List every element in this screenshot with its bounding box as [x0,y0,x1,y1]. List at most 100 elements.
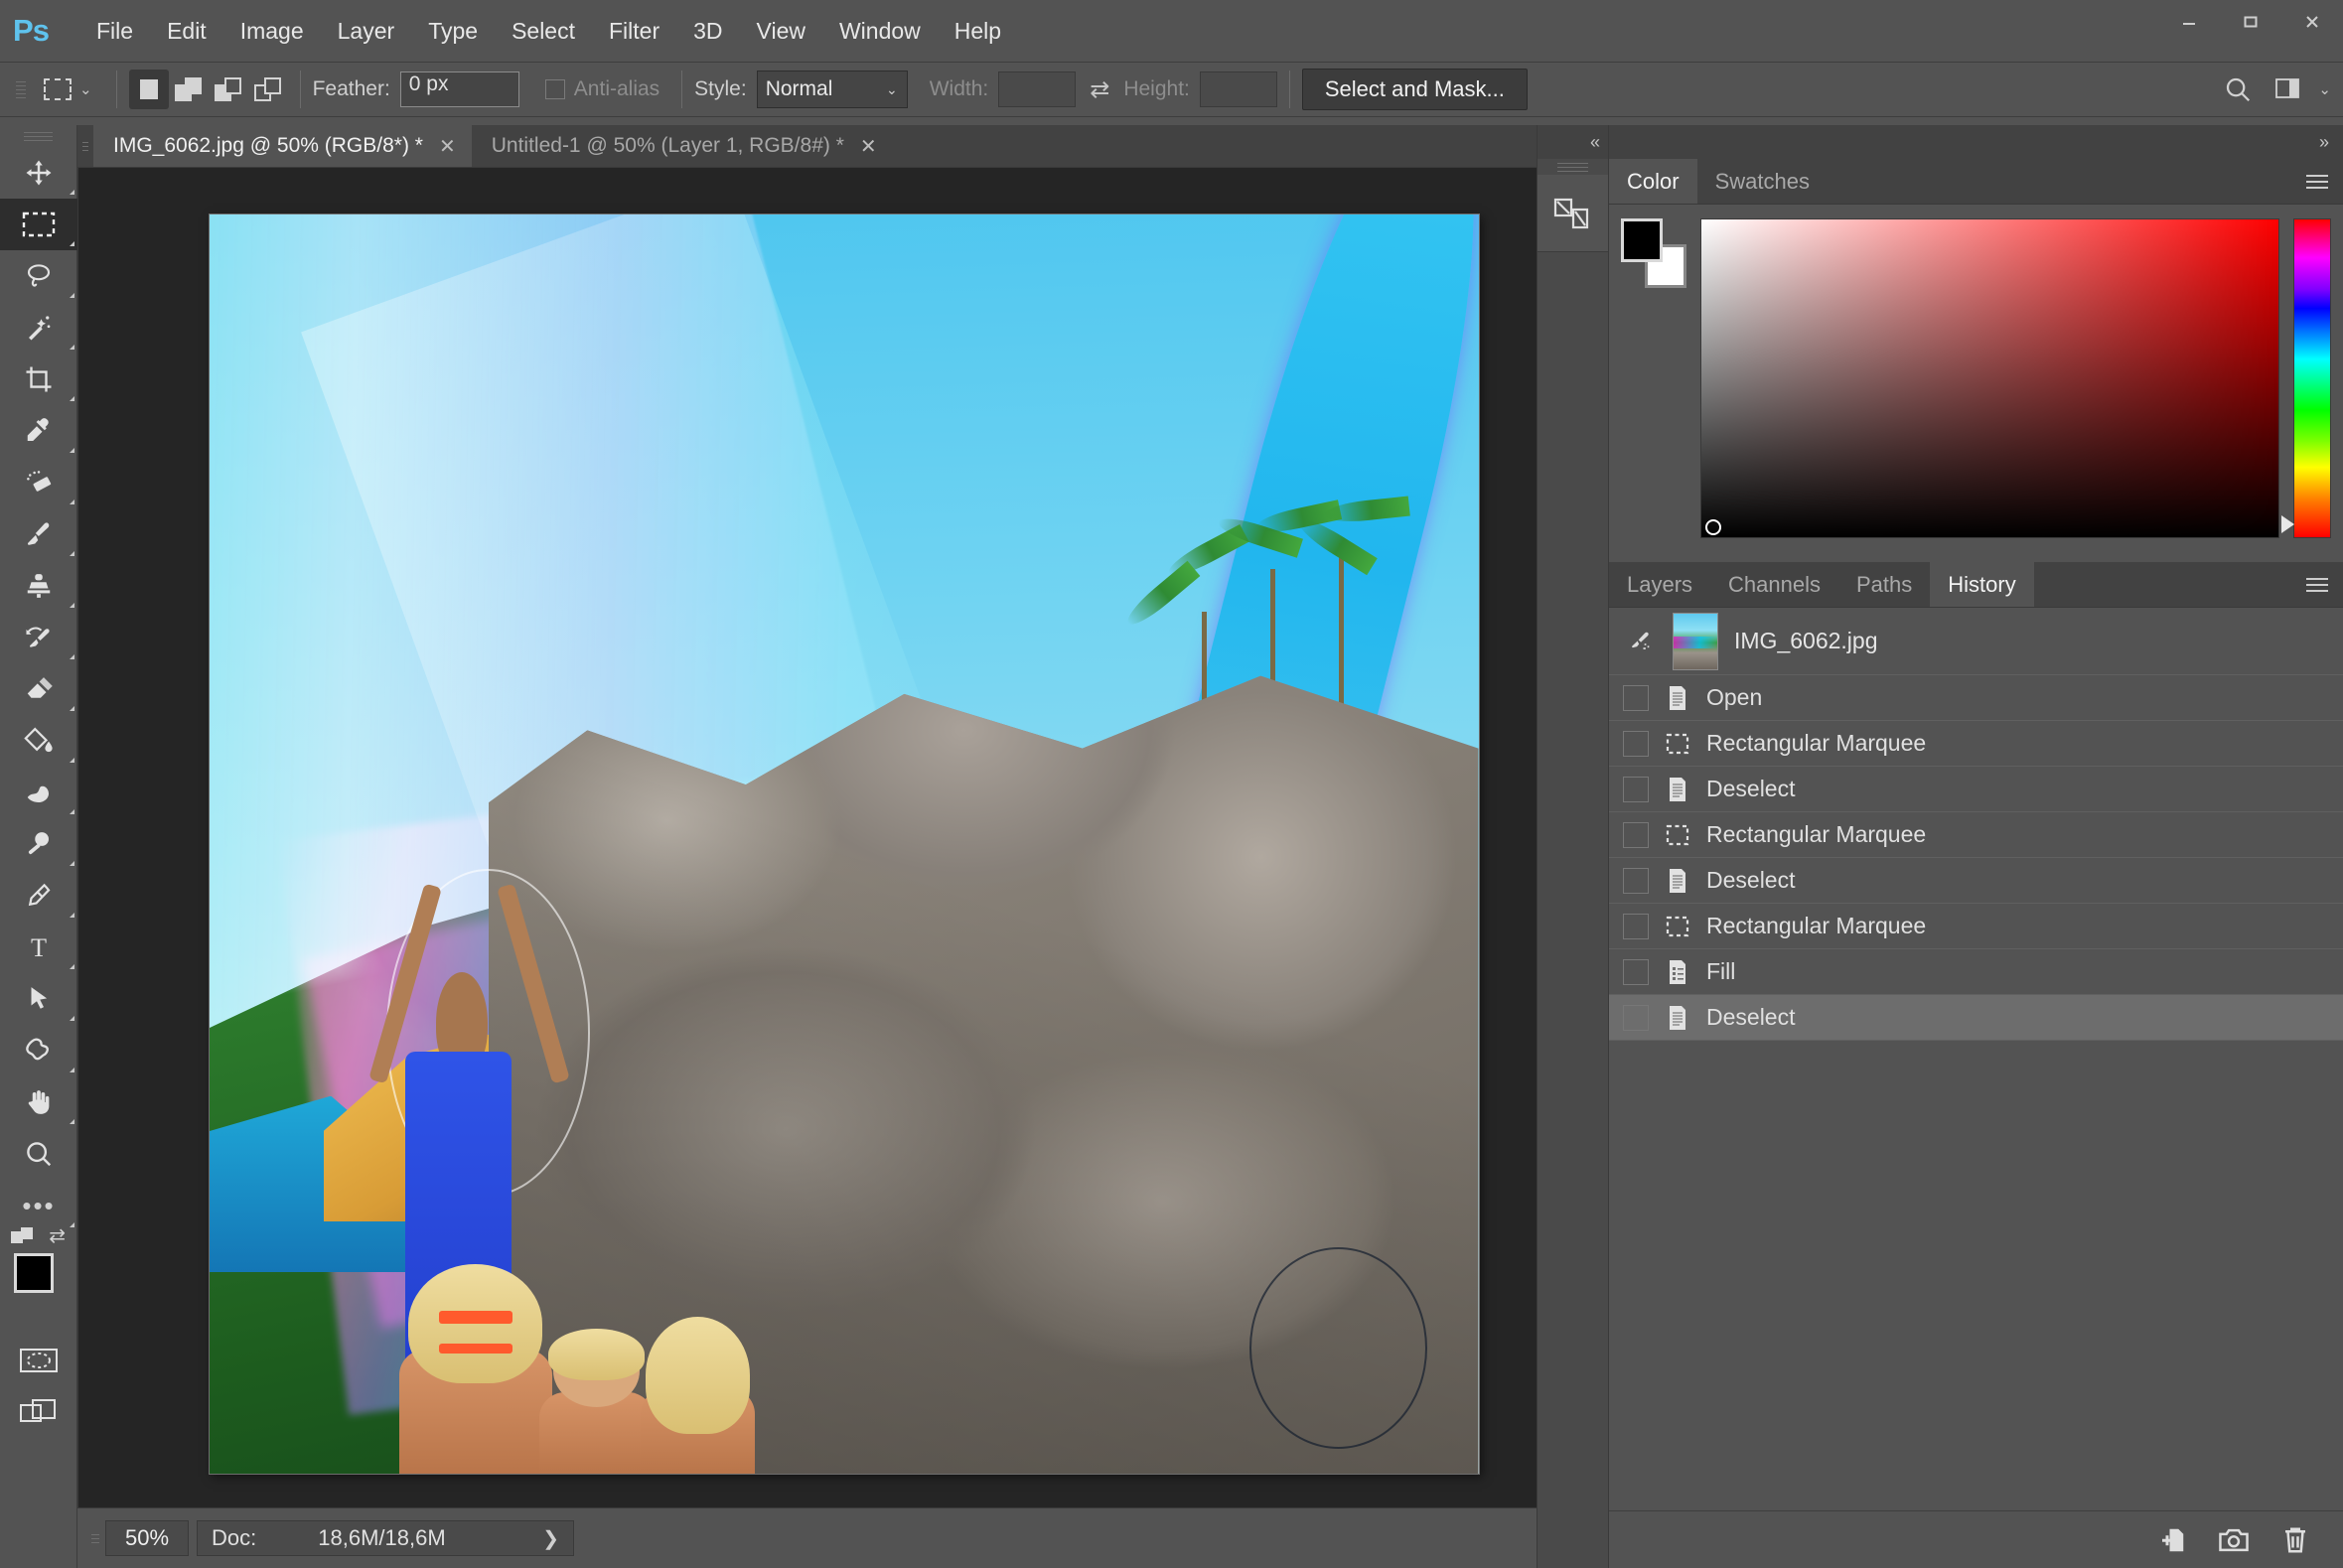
intersect-with-selection-button[interactable] [248,70,288,109]
dodge-tool[interactable] [0,818,77,870]
tab-swatches[interactable]: Swatches [1696,159,1828,204]
eyedropper-tool[interactable] [0,405,77,457]
chevron-down-icon[interactable]: ⌄ [2318,80,2331,98]
menu-select[interactable]: Select [495,0,592,62]
menu-layer[interactable]: Layer [321,0,412,62]
color-panel-menu-button[interactable] [2291,159,2343,204]
spot-healing-brush-tool[interactable] [0,457,77,508]
search-button[interactable] [2215,67,2261,112]
history-state-row[interactable]: Fill [1609,949,2343,995]
tools-panel-grip[interactable] [0,125,76,147]
color-field[interactable] [1700,218,2279,538]
width-input[interactable] [998,71,1077,107]
menu-image[interactable]: Image [223,0,321,62]
magic-wand-tool[interactable] [0,302,77,354]
path-selection-tool[interactable] [0,973,77,1025]
close-icon[interactable]: ✕ [439,134,456,159]
document-tab-img-6062[interactable]: IMG_6062.jpg @ 50% (RGB/8*) * ✕ [93,125,472,167]
subtract-from-selection-button[interactable] [209,70,248,109]
menu-3d[interactable]: 3D [676,0,739,62]
document-tabs-grip[interactable] [77,125,93,167]
tab-history[interactable]: History [1930,562,2034,607]
zoom-tool[interactable] [0,1128,77,1180]
pen-tool[interactable] [0,870,77,922]
select-and-mask-button[interactable]: Select and Mask... [1301,69,1528,110]
history-state-row-selected[interactable]: Deselect [1609,995,2343,1041]
foreground-color-swatch[interactable] [14,1253,54,1293]
history-brush-toggle[interactable] [1623,867,1649,894]
hue-slider[interactable] [2281,218,2331,538]
move-tool[interactable] [0,147,77,199]
chevron-right-icon[interactable]: ❯ [542,1526,559,1551]
history-panel-menu-button[interactable] [2291,562,2343,607]
history-brush-toggle[interactable] [1623,1004,1649,1031]
screen-mode-button[interactable] [0,1386,77,1438]
type-tool[interactable]: T [0,922,77,973]
menu-window[interactable]: Window [822,0,938,62]
minimize-button[interactable] [2158,0,2220,44]
history-brush-toggle[interactable] [1623,821,1649,848]
rectangular-marquee-tool[interactable] [0,199,77,250]
quick-mask-button[interactable] [0,1335,77,1386]
history-brush-source-icon[interactable] [1623,628,1657,655]
collapse-panels-button[interactable]: « [1538,125,1608,159]
hand-tool[interactable] [0,1076,77,1128]
history-state-row[interactable]: Deselect [1609,767,2343,812]
libraries-panel-button[interactable] [1538,175,1609,252]
tab-paths[interactable]: Paths [1838,562,1931,607]
maximize-button[interactable] [2220,0,2281,44]
close-icon[interactable]: ✕ [860,134,877,159]
options-bar-grip[interactable] [10,62,32,117]
menu-edit[interactable]: Edit [150,0,223,62]
gradient-tool[interactable] [0,715,77,767]
delete-state-button[interactable] [2277,1522,2313,1558]
document-canvas-image[interactable] [209,214,1479,1474]
new-selection-button[interactable] [128,70,169,109]
default-colors-icon[interactable] [10,1225,36,1254]
edit-toolbar-tool[interactable]: ••• [0,1180,77,1231]
menu-filter[interactable]: Filter [592,0,676,62]
history-brush-toggle[interactable] [1623,913,1649,939]
foreground-color-swatch[interactable] [1621,218,1663,262]
history-brush-tool[interactable] [0,612,77,663]
history-brush-toggle[interactable] [1623,684,1649,711]
menu-help[interactable]: Help [938,0,1018,62]
crop-tool[interactable] [0,354,77,405]
feather-input[interactable]: 0 px [399,71,519,107]
history-state-row[interactable]: Rectangular Marquee [1609,812,2343,858]
collapsed-dock-grip[interactable] [1538,159,1608,175]
expand-panels-button[interactable]: » [1609,125,2343,159]
add-to-selection-button[interactable] [169,70,209,109]
eraser-tool[interactable] [0,663,77,715]
style-select[interactable]: Normal ⌄ [756,71,908,108]
history-brush-toggle[interactable] [1623,730,1649,757]
swap-dimensions-icon[interactable]: ⇄ [1090,75,1109,104]
create-document-from-state-button[interactable] [2154,1522,2190,1558]
menu-type[interactable]: Type [411,0,495,62]
history-state-row[interactable]: Rectangular Marquee [1609,904,2343,949]
history-state-row[interactable]: Rectangular Marquee [1609,721,2343,767]
zoom-level-input[interactable]: 50% [105,1520,189,1556]
document-tab-untitled-1[interactable]: Untitled-1 @ 50% (Layer 1, RGB/8#) * ✕ [471,125,893,167]
tab-channels[interactable]: Channels [1710,562,1838,607]
history-state-list[interactable]: IMG_6062.jpg Open Rectangular Marquee De… [1609,608,2343,1510]
canvas-area[interactable] [77,167,1610,1508]
blur-tool[interactable] [0,767,77,818]
history-state-row[interactable]: Open [1609,675,2343,721]
history-snapshot-row[interactable]: IMG_6062.jpg [1609,608,2343,675]
lasso-tool[interactable] [0,250,77,302]
swap-colors-icon[interactable]: ⇄ [49,1223,66,1248]
close-button[interactable] [2281,0,2343,44]
height-input[interactable] [1199,71,1277,107]
tool-preset-picker[interactable]: ⌄ [32,78,104,100]
anti-alias-checkbox[interactable]: Anti-alias [544,77,669,101]
shape-tool[interactable] [0,1025,77,1076]
history-brush-toggle[interactable] [1623,958,1649,985]
brush-tool[interactable] [0,508,77,560]
menu-view[interactable]: View [740,0,822,62]
create-snapshot-button[interactable] [2216,1522,2252,1558]
history-brush-toggle[interactable] [1623,776,1649,802]
document-info[interactable]: Doc: 18,6M/18,6M ❯ [197,1520,574,1556]
history-state-row[interactable]: Deselect [1609,858,2343,904]
menu-file[interactable]: File [79,0,150,62]
